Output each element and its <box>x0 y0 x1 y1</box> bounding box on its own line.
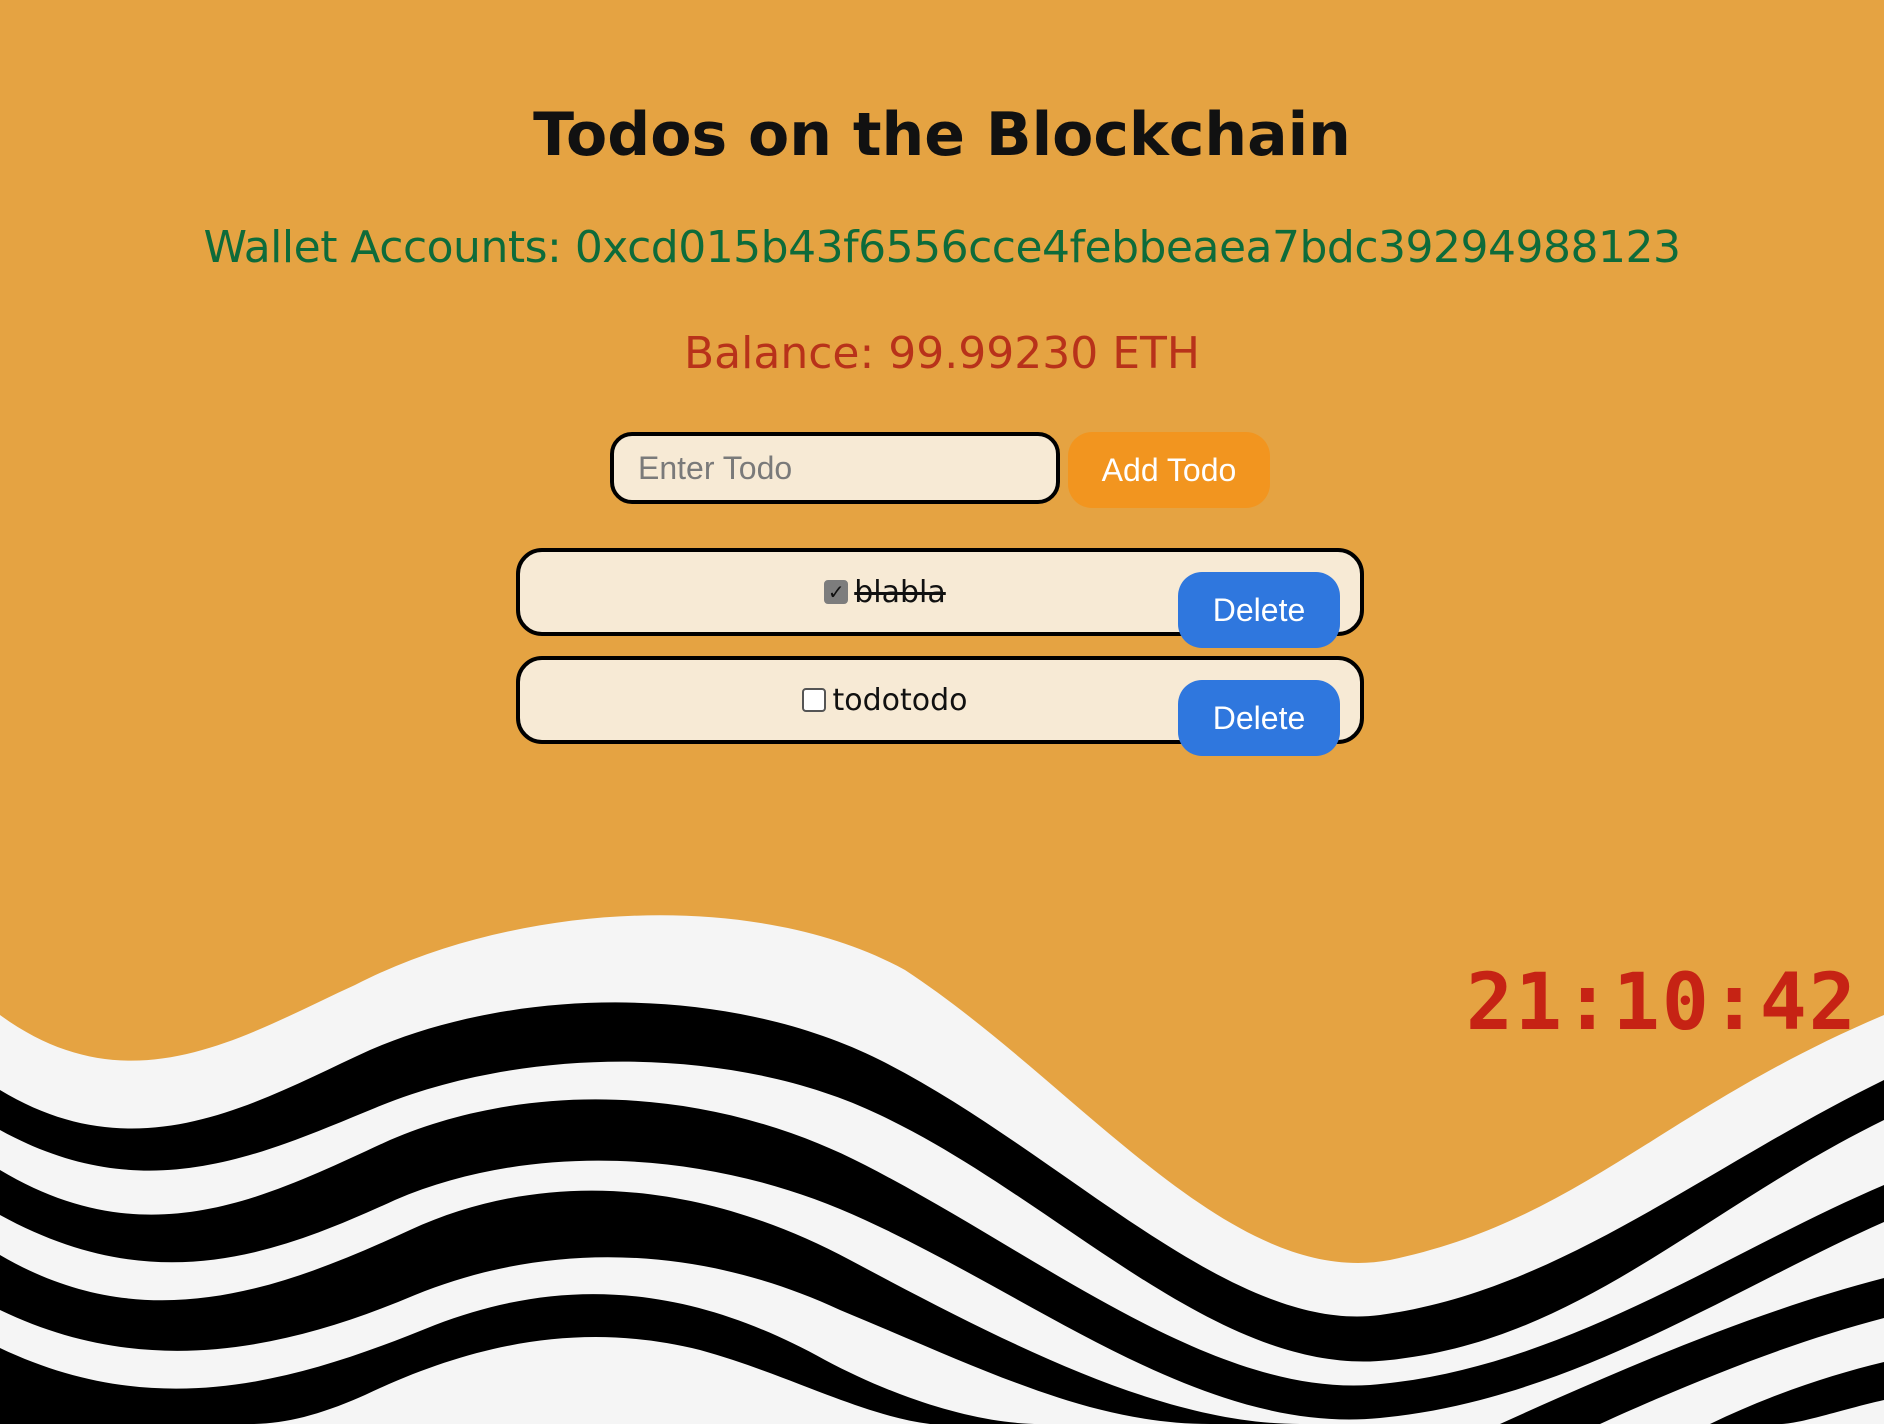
delete-todo-button[interactable]: Delete <box>1178 572 1340 648</box>
todo-checkbox[interactable]: ✓ <box>824 580 849 604</box>
delete-todo-button[interactable]: Delete <box>1178 680 1340 756</box>
todo-text: blabla <box>854 574 946 610</box>
add-todo-button[interactable]: Add Todo <box>1068 432 1270 508</box>
todo-input[interactable] <box>610 432 1060 504</box>
wallet-account-text: Wallet Accounts: 0xcd015b43f6556cce4febb… <box>203 222 1681 273</box>
todo-item: todotodo Delete <box>516 656 1364 756</box>
todo-content: todotodo <box>520 660 1250 740</box>
balance-text: Balance: 99.99230 ETH <box>684 328 1200 379</box>
todo-item: ✓ blabla Delete <box>516 548 1364 648</box>
digital-clock: 21:10:42 <box>1466 958 1858 1048</box>
todo-content: ✓ blabla <box>520 552 1250 632</box>
todo-checkbox[interactable] <box>802 688 827 712</box>
todo-text: todotodo <box>832 682 968 718</box>
page-title: Todos on the Blockchain <box>533 100 1351 170</box>
